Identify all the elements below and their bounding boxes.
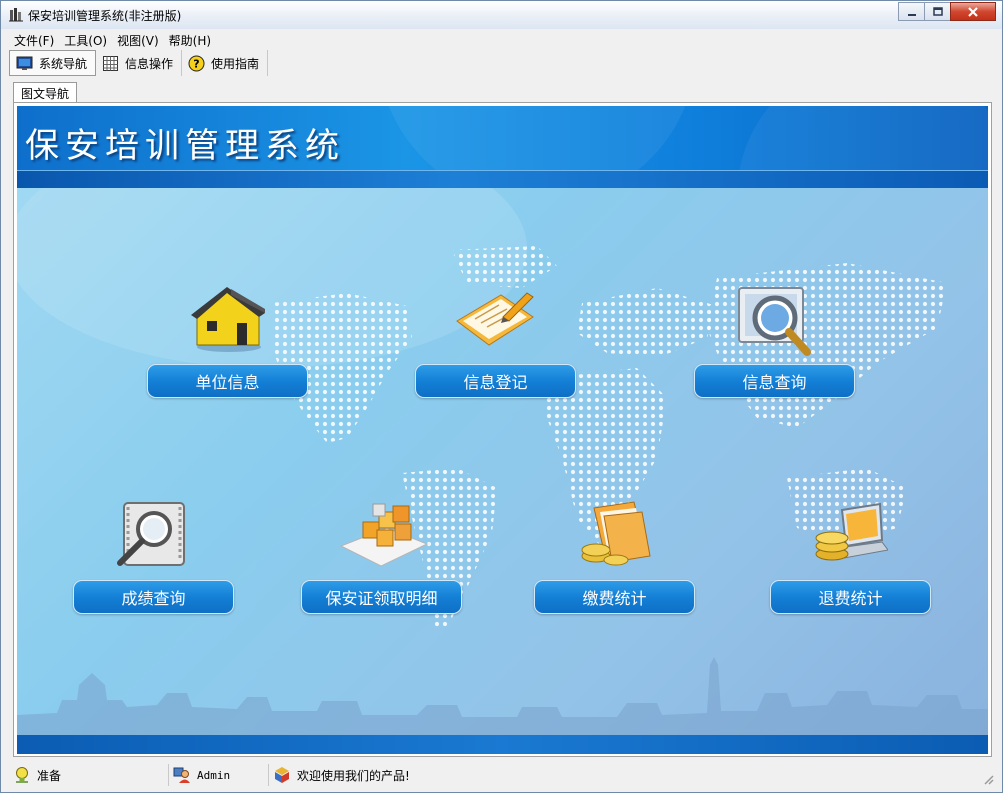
folder-coins-icon[interactable] (580, 498, 656, 575)
skyline-decoration (17, 657, 988, 735)
menu-file[interactable]: 文件(F) (9, 31, 59, 49)
toolbar-info-ops[interactable]: 信息操作 (96, 50, 183, 76)
status-welcome-text: 欢迎使用我们的产品! (297, 768, 410, 783)
bulb-icon (13, 766, 31, 784)
register-icon[interactable] (449, 283, 539, 356)
toolbar-label: 系统导航 (39, 56, 88, 71)
magnifier-screen-icon[interactable] (735, 282, 817, 361)
close-button[interactable] (950, 2, 996, 21)
minimize-icon (907, 13, 916, 16)
footer-strip (17, 735, 988, 754)
menu-help[interactable]: 帮助(H) (164, 31, 216, 49)
banner: 保安培训管理系统 (17, 106, 988, 170)
toolbar: 系统导航 信息操作 ? 使用指南 (9, 50, 269, 76)
svg-text:?: ? (193, 57, 199, 70)
monitor-icon (16, 55, 33, 72)
nav-stage: 单位信息 信息登记 信息查询 成绩查询 保安证领取明细 缴费统计 退费统计 (17, 188, 988, 735)
maximize-button[interactable] (924, 2, 951, 21)
menu-tools[interactable]: 工具(O) (59, 31, 112, 49)
score-query-button[interactable]: 成绩查询 (73, 580, 234, 614)
window-title: 保安培训管理系统(非注册版) (28, 9, 182, 23)
toolbar-guide[interactable]: ? 使用指南 (182, 50, 269, 76)
maximize-icon (932, 6, 943, 16)
magnifier-doc-icon[interactable] (114, 501, 190, 574)
resize-grip[interactable] (982, 773, 994, 785)
refund-stats-button[interactable]: 退费统计 (770, 580, 931, 614)
toolbar-label: 使用指南 (211, 56, 260, 71)
unit-info-button[interactable]: 单位信息 (147, 364, 308, 398)
house-icon[interactable] (187, 283, 267, 356)
menu-bar: 文件(F) 工具(O) 视图(V) 帮助(H) (9, 31, 216, 49)
boxes-icon[interactable] (337, 498, 429, 573)
banner-strip (17, 170, 988, 188)
status-user-text: Admin (197, 768, 231, 782)
status-welcome: 欢迎使用我们的产品! (269, 764, 996, 786)
help-icon: ? (188, 55, 205, 72)
nav-panel: 保安培训管理系统 单位信息 信息登记 信息查询 成绩查询 保安证领取明细 缴费统… (13, 102, 992, 757)
payment-stats-button[interactable]: 缴费统计 (534, 580, 695, 614)
status-ready-text: 准备 (37, 768, 62, 783)
minimize-button[interactable] (898, 2, 925, 21)
app-icon (8, 7, 24, 23)
status-ready: 准备 (9, 764, 169, 786)
toolbar-system-nav[interactable]: 系统导航 (9, 50, 97, 76)
status-bar: 准备 Admin 欢迎使用我们的产品! (9, 763, 996, 787)
grid-icon (102, 55, 119, 72)
toolbar-label: 信息操作 (125, 56, 174, 71)
tab-graphic-nav[interactable]: 图文导航 (13, 82, 78, 103)
laptop-coins-icon[interactable] (812, 500, 889, 573)
title-bar[interactable]: 保安培训管理系统(非注册版) (1, 1, 1002, 29)
menu-view[interactable]: 视图(V) (112, 31, 164, 49)
tab-strip: 图文导航 (13, 82, 78, 103)
app-window: 保安培训管理系统(非注册版) 文件(F) 工具(O) 视图(V) 帮助(H) 系… (0, 0, 1003, 793)
colored-blocks-icon (273, 766, 291, 784)
security-card-button[interactable]: 保安证领取明细 (301, 580, 462, 614)
info-query-button[interactable]: 信息查询 (694, 364, 855, 398)
info-register-button[interactable]: 信息登记 (415, 364, 576, 398)
user-icon (173, 766, 191, 784)
status-user: Admin (169, 764, 269, 786)
close-icon (968, 6, 978, 17)
banner-title: 保安培训管理系统 (25, 126, 345, 166)
